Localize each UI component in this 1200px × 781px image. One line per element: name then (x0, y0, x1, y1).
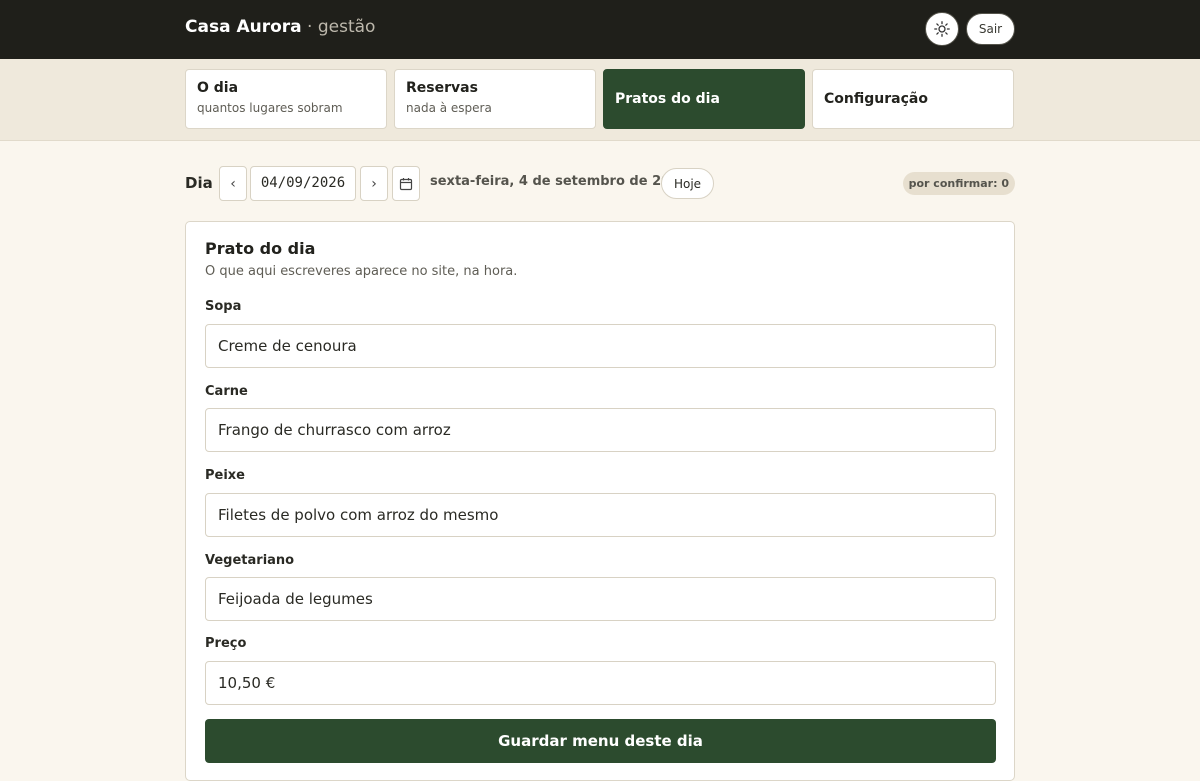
brand-suffix: · gestão (307, 17, 376, 37)
tab-o-dia[interactable]: O dia quantos lugares sobram (185, 69, 387, 129)
preco-label: Preço (205, 636, 247, 651)
calendar-icon (399, 177, 413, 190)
tab-title: Reservas (406, 80, 478, 96)
date-long-text: sexta-feira, 4 de setembro de 2026 (430, 174, 689, 189)
tab-reservas[interactable]: Reservas nada à espera (394, 69, 596, 129)
brand-name: Casa Aurora (185, 17, 302, 37)
tab-subtitle: quantos lugares sobram (197, 101, 343, 115)
tab-configuracao[interactable]: Configuração (812, 69, 1014, 129)
tab-title: Configuração (824, 91, 928, 107)
peixe-input[interactable] (205, 493, 996, 537)
sopa-input[interactable] (205, 324, 996, 368)
top-bar: Casa Aurora · gestão Sair (0, 0, 1200, 59)
calendar-button[interactable] (392, 166, 420, 201)
today-button[interactable]: Hoje (661, 168, 714, 199)
logout-button[interactable]: Sair (966, 13, 1015, 45)
chevron-right-icon: › (371, 175, 377, 192)
carne-input[interactable] (205, 408, 996, 452)
sopa-label: Sopa (205, 299, 242, 314)
card-title: Prato do dia (205, 239, 316, 258)
tab-subtitle: nada à espera (406, 101, 492, 115)
sun-icon (934, 21, 950, 37)
daily-menu-card: Prato do dia O que aqui escreveres apare… (185, 221, 1015, 781)
date-input[interactable]: 04/09/2026 (250, 166, 356, 201)
vegetariano-label: Vegetariano (205, 553, 295, 568)
pending-badge: por confirmar: 0 (902, 172, 1015, 195)
carne-label: Carne (205, 384, 248, 399)
previous-day-button[interactable]: ‹ (219, 166, 247, 201)
preco-input[interactable] (205, 661, 996, 705)
next-day-button[interactable]: › (360, 166, 388, 201)
tab-title: Pratos do dia (615, 91, 720, 107)
day-selector: Dia ‹ 04/09/2026 › sexta-feira, 4 de set… (185, 166, 1015, 201)
card-subtitle: O que aqui escreveres aparece no site, n… (205, 264, 518, 279)
save-menu-button[interactable]: Guardar menu deste dia (205, 719, 996, 763)
chevron-left-icon: ‹ (230, 175, 236, 192)
vegetariano-input[interactable] (205, 577, 996, 621)
tab-title: O dia (197, 80, 239, 96)
section-tabs: O dia quantos lugares sobram Reservas na… (0, 59, 1200, 141)
day-label: Dia (185, 174, 213, 192)
peixe-label: Peixe (205, 468, 246, 483)
tab-pratos-do-dia[interactable]: Pratos do dia (603, 69, 805, 129)
brand: Casa Aurora · gestão (185, 17, 375, 37)
theme-toggle-button[interactable] (925, 12, 959, 46)
